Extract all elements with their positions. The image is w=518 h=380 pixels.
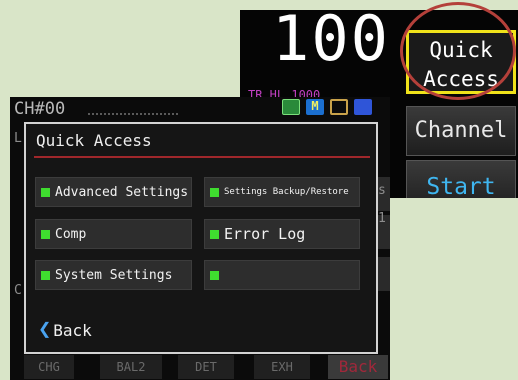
comp-button[interactable]: Comp: [35, 219, 192, 249]
status-led-icon: [210, 187, 219, 197]
settings-backup-restore-label: Settings Backup/Restore: [224, 187, 349, 197]
error-log-button[interactable]: Error Log: [204, 219, 360, 249]
settings-backup-restore-button[interactable]: Settings Backup/Restore: [204, 177, 360, 207]
channel-button[interactable]: Channel: [406, 106, 516, 156]
dialog-divider: [34, 156, 370, 158]
comp-label: Comp: [55, 226, 87, 242]
status-led-icon: [41, 187, 50, 197]
tab-exh[interactable]: EXH: [254, 355, 310, 379]
side-button-fragment: 1: [376, 211, 390, 249]
list-icon: [354, 99, 372, 115]
quick-access-label-line2: Access: [423, 67, 499, 91]
quick-access-dialog: Quick Access Advanced Settings Settings …: [24, 122, 378, 354]
status-led-icon: [41, 270, 50, 280]
advanced-settings-label: Advanced Settings: [55, 184, 189, 200]
status-led-icon: [210, 270, 219, 280]
background-letter: L: [14, 131, 22, 146]
dialog-title: Quick Access: [36, 131, 152, 150]
back-button[interactable]: ❮ Back: [38, 317, 92, 343]
title-dotted-line: [88, 113, 178, 115]
status-led-icon: [41, 229, 50, 239]
quick-access-button[interactable]: Quick Access: [406, 30, 516, 94]
quick-access-label-line1: Quick: [429, 38, 493, 62]
chevron-left-icon: ❮: [38, 317, 52, 342]
channel-title: CH#00: [14, 99, 66, 119]
tab-back[interactable]: Back: [328, 355, 388, 379]
start-button[interactable]: Start: [406, 160, 516, 198]
system-settings-button[interactable]: System Settings: [35, 260, 192, 290]
lock-icon: [330, 99, 348, 115]
system-settings-label: System Settings: [55, 267, 173, 283]
back-label: Back: [53, 320, 92, 340]
side-button-fragment: [376, 257, 390, 291]
m-icon: M: [306, 99, 324, 115]
advanced-settings-button[interactable]: Advanced Settings: [35, 177, 192, 207]
background-letter: s: [378, 183, 386, 198]
background-letter: C: [14, 283, 22, 298]
empty-slot-button[interactable]: [204, 260, 360, 290]
tab-det[interactable]: DET: [178, 355, 234, 379]
tab-bal2[interactable]: BAL2: [100, 355, 162, 379]
status-icon-bar: M: [282, 99, 372, 115]
side-button-fragment: s: [376, 177, 390, 211]
tab-chg[interactable]: CHG: [24, 355, 74, 379]
background-letter: 1: [378, 211, 386, 226]
status-led-icon: [210, 229, 219, 239]
monitor-icon: [282, 99, 300, 115]
big-value-display: 100: [272, 10, 390, 75]
error-log-label: Error Log: [224, 225, 306, 243]
bottom-tab-bar: CHG BAL2 DET EXH Back: [10, 353, 390, 380]
